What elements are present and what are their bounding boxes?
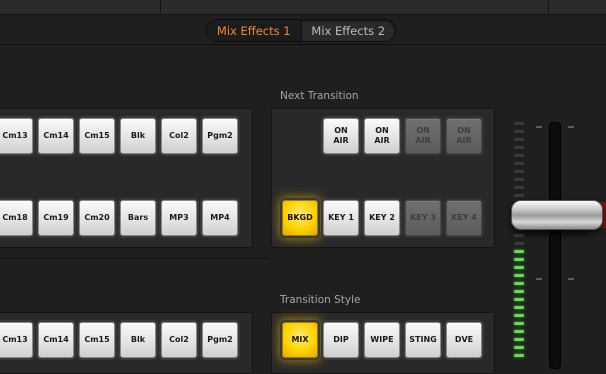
preview-mp3-button[interactable]: MP3 [161,200,197,236]
next-transition-key-4-button[interactable]: KEY 4 [446,200,482,236]
style-dip-button[interactable]: DIP [323,322,359,358]
style-mix-button[interactable]: MIX [282,322,318,358]
preview-cm19-button[interactable]: Cm19 [38,200,74,236]
meter-segment [514,138,524,141]
next-transition-key-3-button[interactable]: KEY 3 [405,200,441,236]
style-dve-button[interactable]: DVE [446,322,482,358]
on-air-button-3[interactable]: ON AIR [405,118,441,154]
program-col2-button[interactable]: Col2 [161,118,197,154]
tbar-track[interactable] [549,122,561,369]
tbar-tick [536,126,542,128]
meter-segment [514,250,524,253]
tbar-handle[interactable] [511,200,603,230]
meter-segment [514,322,524,325]
tab-mix-effects-2[interactable]: Mix Effects 2 [300,20,396,41]
tbar-tick [568,278,574,280]
preview-bars-button[interactable]: Bars [120,200,156,236]
meter-segment [514,338,524,341]
meter-segment [514,170,524,173]
meter-segment [514,194,524,197]
program-blk-button[interactable]: Blk [120,118,156,154]
mix-effects-tabs: Mix Effects 1 Mix Effects 2 [206,19,396,42]
meter-segment [514,178,524,181]
next-transition-key-1-button[interactable]: KEY 1 [323,200,359,236]
top-bar [0,0,606,15]
program-cm15-button[interactable]: Cm15 [79,118,115,154]
tbar-tick [568,126,574,128]
preview-mp4-button[interactable]: MP4 [202,200,238,236]
meter-segment [514,354,524,357]
next-transition-bkgd-button[interactable]: BKGD [282,200,318,236]
meter-segment [514,266,524,269]
program-pgm2-button[interactable]: Pgm2 [202,118,238,154]
meter-segment [514,298,524,301]
meter-segment [514,162,524,165]
top-bar-separator [548,0,549,14]
transition-style-title: Transition Style [280,294,361,306]
next-transition-title: Next Transition [280,90,359,102]
source-cm14-button[interactable]: Cm14 [38,322,74,358]
meter-segment [514,290,524,293]
style-sting-button[interactable]: STING [405,322,441,358]
source-cm15-button[interactable]: Cm15 [79,322,115,358]
meter-segment [514,306,524,309]
meter-segment [514,234,524,237]
meter-segment [514,242,524,245]
style-wipe-button[interactable]: WIPE [364,322,400,358]
meter-segment [514,130,524,133]
meter-segment [514,146,524,149]
meter-segment [514,282,524,285]
meter-segment [514,330,524,333]
meter-segment [514,274,524,277]
on-air-button-4[interactable]: ON AIR [446,118,482,154]
on-air-button-2[interactable]: ON AIR [364,118,400,154]
preview-cm20-button[interactable]: Cm20 [79,200,115,236]
meter-segment [514,122,524,125]
meter-segment [514,346,524,349]
meter-segment [514,314,524,317]
source-blk-button[interactable]: Blk [120,322,156,358]
meter-segment [514,186,524,189]
meter-segment [514,258,524,261]
source-pgm2-button[interactable]: Pgm2 [202,322,238,358]
program-cm13-button[interactable]: Cm13 [0,118,33,154]
tab-mix-effects-1[interactable]: Mix Effects 1 [207,20,301,41]
tbar-tick [536,278,542,280]
header-divider [0,44,606,45]
source-cm13-button[interactable]: Cm13 [0,322,33,358]
on-air-button-1[interactable]: ON AIR [323,118,359,154]
next-transition-key-2-button[interactable]: KEY 2 [364,200,400,236]
panel-divider [0,258,270,259]
preview-cm18-button[interactable]: Cm18 [0,200,33,236]
source-col2-button[interactable]: Col2 [161,322,197,358]
top-bar-separator [160,0,161,14]
program-cm14-button[interactable]: Cm14 [38,118,74,154]
meter-segment [514,154,524,157]
tbar-level-meter [512,122,526,362]
